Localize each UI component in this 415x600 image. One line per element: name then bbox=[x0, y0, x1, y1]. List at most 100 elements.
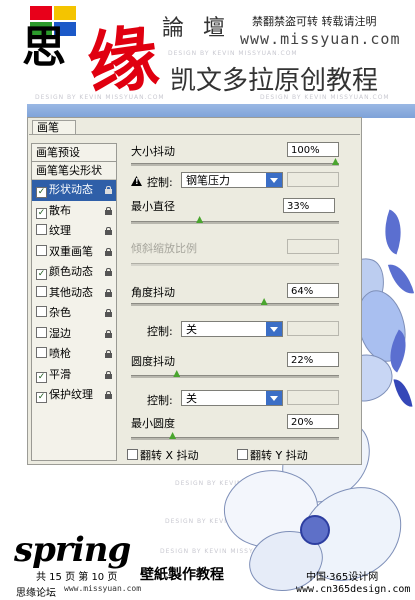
brush-option-item[interactable]: 双重画笔 bbox=[32, 242, 116, 263]
min-diameter-knob[interactable] bbox=[196, 216, 204, 223]
option-checkbox[interactable] bbox=[36, 224, 47, 235]
flip-x-label: 翻转 X 抖动 bbox=[140, 449, 199, 462]
brushes-panel: 画笔 画笔预设 画笔笔尖形状 ✓ 形状动态 ✓ 散布 纹理 双重画笔 ✓ 颜色动态 其他动态 杂色… bbox=[27, 117, 362, 465]
chevron-down-icon[interactable] bbox=[266, 391, 282, 405]
lock-icon[interactable] bbox=[105, 309, 112, 317]
brush-option-item[interactable]: ✓ 平滑 bbox=[32, 365, 116, 386]
min-diameter-field[interactable]: 33% bbox=[283, 198, 335, 213]
lock-icon[interactable] bbox=[105, 370, 112, 379]
min-diameter-slider[interactable] bbox=[131, 216, 339, 224]
size-jitter-field[interactable]: 100% bbox=[287, 142, 339, 157]
option-checkbox[interactable] bbox=[36, 326, 47, 338]
chevron-down-icon[interactable] bbox=[266, 322, 282, 336]
spring-title: spring bbox=[14, 530, 131, 570]
option-checkbox[interactable] bbox=[36, 347, 47, 358]
brush-tip-shape-item[interactable]: 画笔笔尖形状 bbox=[32, 162, 116, 180]
option-checkbox[interactable]: ✓ bbox=[36, 371, 47, 383]
lock-icon[interactable] bbox=[105, 391, 112, 399]
chevron-down-icon[interactable] bbox=[266, 173, 282, 187]
angle-jitter-label: 角度抖动 bbox=[131, 286, 175, 299]
option-label: 其他动态 bbox=[49, 285, 93, 299]
min-diameter-label: 最小直径 bbox=[131, 200, 175, 213]
control-extra-field bbox=[287, 390, 339, 405]
tutorial-subtitle: 凯文多拉原创教程 bbox=[170, 66, 379, 96]
option-checkbox[interactable] bbox=[36, 306, 47, 317]
tilt-scale-slider bbox=[131, 263, 339, 266]
brush-option-item[interactable]: 其他动态 bbox=[32, 283, 116, 304]
option-label: 喷枪 bbox=[49, 347, 71, 360]
option-checkbox[interactable]: ✓ bbox=[36, 187, 47, 198]
option-label: 平滑 bbox=[49, 367, 71, 381]
option-checkbox[interactable] bbox=[36, 285, 47, 297]
logo-character-si: 思 bbox=[22, 22, 66, 73]
size-jitter-knob[interactable] bbox=[332, 158, 339, 165]
lock-icon[interactable] bbox=[105, 206, 112, 215]
option-checkbox[interactable]: ✓ bbox=[36, 269, 47, 280]
tab-brushes[interactable]: 画笔 bbox=[32, 120, 76, 134]
brush-option-item[interactable]: 湿边 bbox=[32, 324, 116, 345]
control-label: 控制: bbox=[147, 394, 173, 407]
option-label: 颜色动态 bbox=[49, 265, 93, 278]
brush-option-item[interactable]: 杂色 bbox=[32, 303, 116, 324]
min-roundness-label: 最小圆度 bbox=[131, 417, 175, 430]
page-info: 共 15 页 第 10 页 bbox=[36, 572, 118, 583]
brush-option-item[interactable]: 喷枪 bbox=[32, 344, 116, 365]
roundness-jitter-field[interactable]: 22% bbox=[287, 352, 339, 367]
angle-jitter-knob[interactable] bbox=[260, 298, 268, 305]
control-label: 控制: bbox=[147, 325, 173, 338]
angle-jitter-field[interactable]: 64% bbox=[287, 283, 339, 298]
control-extra-field bbox=[287, 321, 339, 336]
brush-option-item[interactable]: ✓ 保护纹理 bbox=[32, 385, 116, 406]
panel-content: 画笔预设 画笔笔尖形状 ✓ 形状动态 ✓ 散布 纹理 双重画笔 ✓ 颜色动态 其他动态 杂色 湿边喷… bbox=[29, 134, 360, 464]
lock-icon[interactable] bbox=[105, 350, 112, 358]
decorative-top-bar bbox=[27, 104, 415, 118]
flip-y-jitter-checkbox[interactable]: 翻转 Y 抖动 bbox=[237, 447, 308, 463]
control-extra-field bbox=[287, 172, 339, 187]
flip-x-jitter-checkbox[interactable]: 翻转 X 抖动 bbox=[127, 447, 199, 463]
option-label: 双重画笔 bbox=[49, 244, 93, 258]
brush-option-item[interactable]: ✓ 颜色动态 bbox=[32, 262, 116, 283]
roundness-jitter-knob[interactable] bbox=[173, 370, 181, 377]
brush-option-item[interactable]: ✓ 形状动态 bbox=[32, 180, 116, 201]
forum-title: 論 壇 bbox=[162, 16, 231, 41]
brush-option-item[interactable]: ✓ 散布 bbox=[32, 201, 116, 222]
lock-icon[interactable] bbox=[105, 288, 112, 297]
min-roundness-field[interactable]: 20% bbox=[287, 414, 339, 429]
brush-settings: 大小抖动 100% 控制: 钢笔压力 最小直径 33% 倾斜缩放比例 bbox=[127, 135, 359, 464]
min-roundness-slider[interactable] bbox=[131, 432, 339, 440]
flip-y-checkbox-box[interactable] bbox=[237, 449, 248, 460]
brush-option-item[interactable]: 纹理 bbox=[32, 221, 116, 242]
control-select-value: 关 bbox=[186, 392, 197, 405]
option-checkbox[interactable]: ✓ bbox=[36, 207, 47, 219]
option-label: 杂色 bbox=[49, 306, 71, 319]
logo-character-yuan: 缘 bbox=[82, 14, 164, 107]
brush-presets-item[interactable]: 画笔预设 bbox=[32, 144, 116, 162]
china-365-design: 中国·365设计网 bbox=[306, 572, 379, 583]
tilt-scale-field bbox=[287, 239, 339, 254]
min-roundness-knob[interactable] bbox=[169, 432, 177, 439]
size-jitter-slider[interactable] bbox=[131, 158, 339, 166]
option-checkbox[interactable]: ✓ bbox=[36, 392, 47, 403]
lock-icon[interactable] bbox=[105, 329, 112, 338]
footer-forum-name: 思缘论坛 bbox=[16, 588, 56, 599]
lock-icon[interactable] bbox=[105, 227, 112, 235]
lock-icon[interactable] bbox=[105, 268, 112, 276]
brush-options-list: 画笔预设 画笔笔尖形状 ✓ 形状动态 ✓ 散布 纹理 双重画笔 ✓ 颜色动态 其他动态 杂色 湿边喷… bbox=[31, 143, 117, 461]
option-label: 保护纹理 bbox=[49, 388, 93, 401]
option-checkbox[interactable] bbox=[36, 244, 47, 256]
site-url: www.missyuan.com bbox=[240, 30, 401, 48]
option-label: 纹理 bbox=[49, 224, 71, 237]
lock-icon[interactable] bbox=[105, 247, 112, 256]
option-label: 湿边 bbox=[49, 326, 71, 340]
warning-icon bbox=[131, 176, 142, 186]
control-pen-pressure-select[interactable]: 钢笔压力 bbox=[181, 172, 283, 188]
tilt-scale-label: 倾斜缩放比例 bbox=[131, 242, 197, 255]
control-angle-select[interactable]: 关 bbox=[181, 321, 283, 337]
flip-x-checkbox-box[interactable] bbox=[127, 449, 138, 460]
control-roundness-select[interactable]: 关 bbox=[181, 390, 283, 406]
control-label: 控制: bbox=[147, 176, 173, 189]
roundness-jitter-slider[interactable] bbox=[131, 370, 339, 378]
angle-jitter-slider[interactable] bbox=[131, 298, 339, 306]
control-select-value: 钢笔压力 bbox=[186, 174, 230, 187]
lock-icon[interactable] bbox=[105, 186, 112, 194]
